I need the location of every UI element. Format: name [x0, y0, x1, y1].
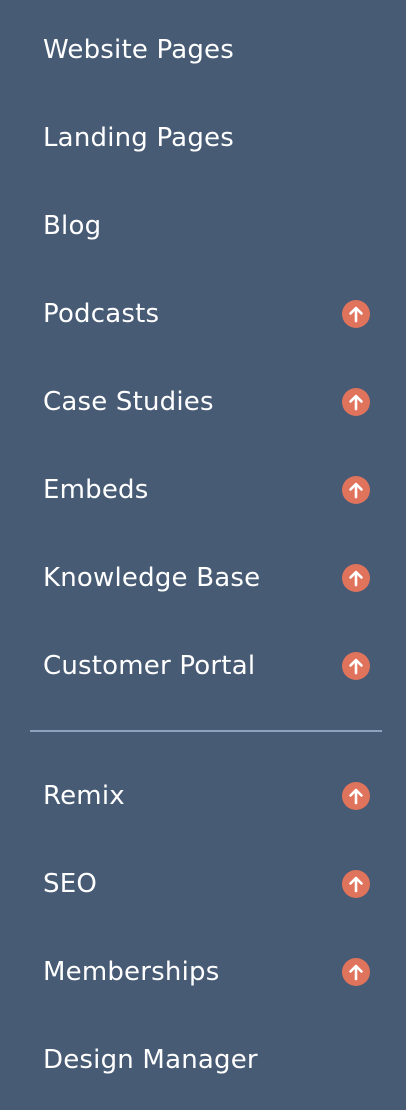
- arrow-up-circle-icon: [342, 870, 370, 898]
- arrow-up-circle-icon: [342, 388, 370, 416]
- menu-item-podcasts[interactable]: Podcasts: [0, 270, 406, 358]
- menu-item-label: Remix: [43, 781, 125, 811]
- menu-item-label: Landing Pages: [43, 123, 234, 153]
- menu-item-label: Podcasts: [43, 299, 160, 329]
- arrow-up-circle-icon: [342, 782, 370, 810]
- arrow-up-circle-icon: [342, 300, 370, 328]
- menu-item-landing-pages[interactable]: Landing Pages: [0, 94, 406, 182]
- menu-item-label: Blog: [43, 211, 102, 241]
- arrow-up-circle-icon: [342, 958, 370, 986]
- menu-item-label: Website Pages: [43, 35, 234, 65]
- divider-line: [30, 730, 382, 732]
- menu-item-website-pages[interactable]: Website Pages: [0, 6, 406, 94]
- menu-item-label: Design Manager: [43, 1045, 258, 1075]
- arrow-up-circle-icon: [342, 564, 370, 592]
- menu-item-label: Customer Portal: [43, 651, 256, 681]
- menu-group-primary: Website Pages Landing Pages Blog Podcast…: [0, 6, 406, 710]
- menu-divider: [0, 710, 406, 752]
- menu-item-embeds[interactable]: Embeds: [0, 446, 406, 534]
- menu-item-label: SEO: [43, 869, 97, 899]
- arrow-up-circle-icon: [342, 476, 370, 504]
- menu-item-memberships[interactable]: Memberships: [0, 928, 406, 1016]
- menu-item-label: Case Studies: [43, 387, 214, 417]
- content-menu: Website Pages Landing Pages Blog Podcast…: [0, 0, 406, 1110]
- menu-item-label: Knowledge Base: [43, 563, 261, 593]
- menu-group-secondary: Remix SEO Memberships Design Manager: [0, 752, 406, 1104]
- menu-item-blog[interactable]: Blog: [0, 182, 406, 270]
- menu-item-knowledge-base[interactable]: Knowledge Base: [0, 534, 406, 622]
- menu-item-case-studies[interactable]: Case Studies: [0, 358, 406, 446]
- menu-item-seo[interactable]: SEO: [0, 840, 406, 928]
- menu-item-label: Memberships: [43, 957, 220, 987]
- menu-item-customer-portal[interactable]: Customer Portal: [0, 622, 406, 710]
- menu-item-label: Embeds: [43, 475, 149, 505]
- menu-item-remix[interactable]: Remix: [0, 752, 406, 840]
- menu-item-design-manager[interactable]: Design Manager: [0, 1016, 406, 1104]
- arrow-up-circle-icon: [342, 652, 370, 680]
